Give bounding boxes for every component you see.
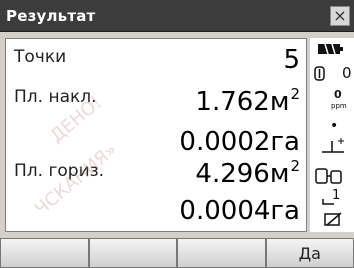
communication-icon <box>315 168 342 184</box>
close-icon: × <box>333 6 347 25</box>
status-icon-bar: 0 0 ppm • 1 <box>310 38 354 232</box>
horizontal-area-m2-value: 4.296м2 <box>195 157 300 189</box>
horizontal-area-ha-value: 0.0004га <box>179 196 300 226</box>
battery-icon <box>318 43 343 55</box>
title-bar: Результат × <box>0 0 354 32</box>
slope-area-ha-value: 0.0002га <box>179 127 300 157</box>
prism-constant-value: 0 <box>342 64 352 82</box>
softkey-1[interactable] <box>0 238 89 268</box>
horizontal-area-label: Пл. гориз. <box>14 161 105 181</box>
close-button[interactable]: × <box>330 6 350 26</box>
laser-dot-icon: • <box>330 118 339 134</box>
ppm-label: ppm <box>331 102 347 110</box>
points-label: Точки <box>14 47 67 67</box>
slope-area-label: Пл. накл. <box>14 87 97 107</box>
result-window: Результат × Точки 5 Пл. накл. 1.762м2 0.… <box>0 0 354 268</box>
tilt-icon <box>322 138 344 153</box>
prism-icon <box>314 66 325 81</box>
softkey-bar: Да <box>0 238 354 268</box>
softkey-2[interactable] <box>88 238 177 268</box>
window-title: Результат <box>6 7 96 25</box>
points-value: 5 <box>283 45 300 75</box>
yes-button[interactable]: Да <box>265 238 354 268</box>
slope-area-m2-value: 1.762м2 <box>195 85 300 117</box>
softkey-3[interactable] <box>177 238 266 268</box>
ppm-value: 0 <box>334 88 342 101</box>
step-icon <box>322 199 334 205</box>
results-panel: Точки 5 Пл. накл. 1.762м2 0.0002га Пл. г… <box>5 38 307 232</box>
input-mode-icon <box>324 212 342 226</box>
